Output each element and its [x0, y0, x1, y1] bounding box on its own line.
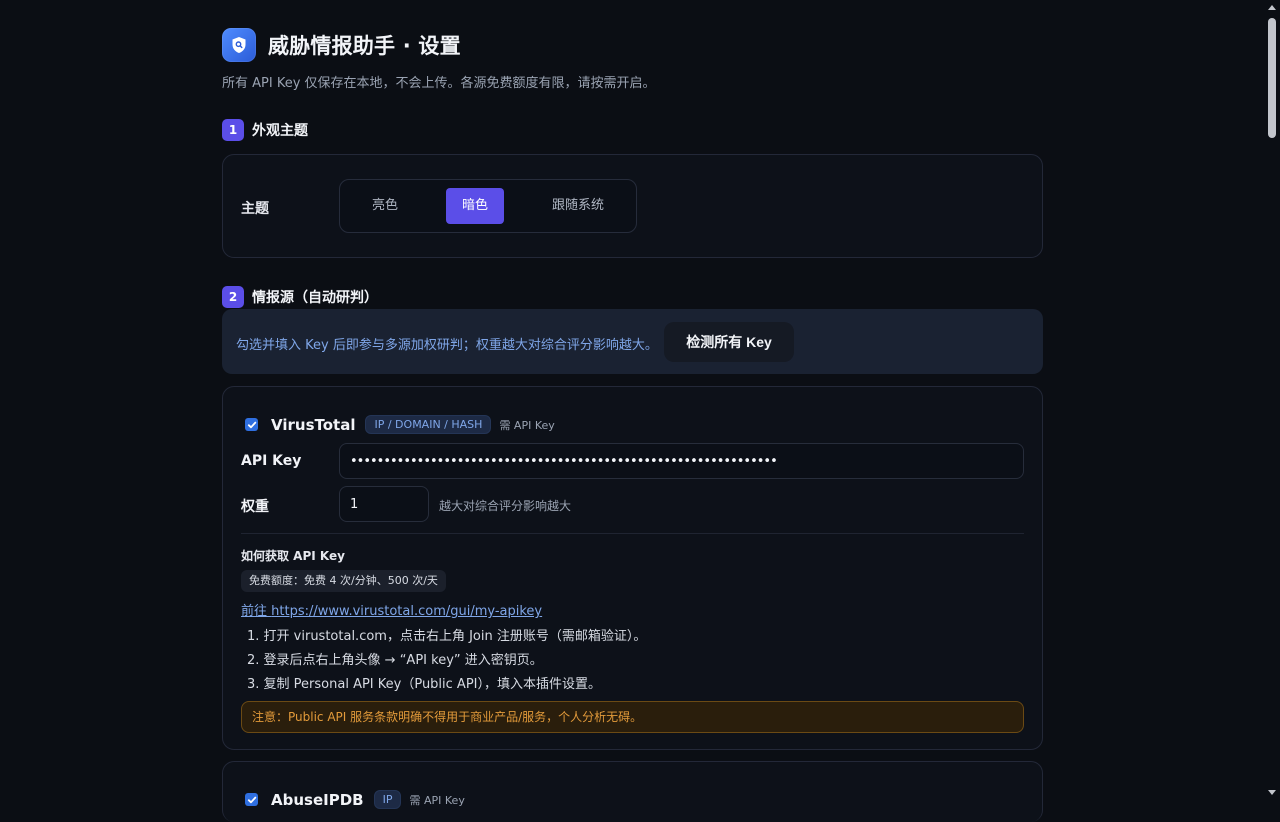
steps-list: 1. 打开 virustotal.com，点击右上角 Join 注册账号（需邮箱…: [247, 625, 646, 697]
scroll-down-arrow-icon[interactable]: [1268, 790, 1276, 795]
api-key-label: API Key: [241, 453, 302, 469]
enable-checkbox[interactable]: [245, 418, 258, 431]
api-key-page-link[interactable]: 前往 https://www.virustotal.com/gui/my-api…: [241, 600, 542, 619]
divider: [241, 533, 1024, 534]
source-card-abuseipdb: AbuseIPDB IP 需 API Key: [222, 761, 1043, 822]
terms-warning: 注意：Public API 服务条款明确不得用于商业产品/服务，个人分析无碍。: [241, 701, 1024, 733]
section-theme-header: 1 外观主题: [222, 119, 308, 141]
scrollbar-thumb[interactable]: [1268, 18, 1276, 138]
list-item: 1. 打开 virustotal.com，点击右上角 Join 注册账号（需邮箱…: [247, 629, 647, 644]
free-quota-badge: 免费额度：免费 4 次/分钟、500 次/天: [241, 570, 446, 592]
list-item: 2. 登录后点右上角头像 → “API key” 进入密钥页。: [247, 653, 543, 668]
sources-info-bar: 勾选并填入 Key 后即参与多源加权研判；权重越大对综合评分影响越大。 检测所有…: [222, 309, 1043, 374]
weight-input[interactable]: [339, 486, 429, 522]
theme-card: 主题 亮色 暗色 跟随系统: [222, 154, 1043, 258]
weight-hint: 越大对综合评分影响越大: [439, 499, 572, 513]
page-scrollbar[interactable]: [1265, 0, 1280, 800]
shield-logo-icon: [222, 28, 256, 62]
sources-info-text: 勾选并填入 Key 后即参与多源加权研判；权重越大对综合评分影响越大。: [236, 338, 658, 353]
source-header: VirusTotal IP / DOMAIN / HASH 需 API Key: [245, 415, 555, 434]
link-url: https://www.virustotal.com/gui/my-apikey: [271, 604, 543, 619]
source-name: VirusTotal: [271, 415, 356, 434]
source-type-badge: IP / DOMAIN / HASH: [365, 415, 492, 434]
api-key-input[interactable]: [339, 443, 1024, 479]
how-to-get-key-title: 如何获取 API Key: [241, 549, 345, 563]
source-card-virustotal: VirusTotal IP / DOMAIN / HASH 需 API Key …: [222, 386, 1043, 750]
theme-option-system[interactable]: 跟随系统: [536, 188, 620, 224]
section-title: 外观主题: [252, 123, 308, 139]
page-header: 威胁情报助手 · 设置: [222, 28, 461, 62]
requires-key-note: 需 API Key: [499, 418, 555, 432]
section-number: 1: [222, 119, 244, 141]
theme-label: 主题: [241, 201, 269, 217]
page-title: 威胁情报助手 · 设置: [268, 34, 461, 58]
theme-option-dark[interactable]: 暗色: [446, 188, 504, 224]
section-number: 2: [222, 286, 244, 308]
list-item: 3. 复制 Personal API Key（Public API），填入本插件…: [247, 677, 602, 692]
theme-option-light[interactable]: 亮色: [356, 188, 414, 224]
section-sources-header: 2 情报源（自动研判）: [222, 286, 378, 308]
check-all-keys-button[interactable]: 检测所有 Key: [664, 322, 794, 362]
theme-segmented-control: 亮色 暗色 跟随系统: [339, 179, 637, 233]
section-title: 情报源（自动研判）: [252, 290, 378, 306]
weight-label: 权重: [241, 499, 269, 515]
link-prefix: 前往: [241, 604, 272, 619]
page-subtitle: 所有 API Key 仅保存在本地，不会上传。各源免费额度有限，请按需开启。: [222, 76, 656, 91]
scroll-up-arrow-icon[interactable]: [1268, 5, 1276, 10]
